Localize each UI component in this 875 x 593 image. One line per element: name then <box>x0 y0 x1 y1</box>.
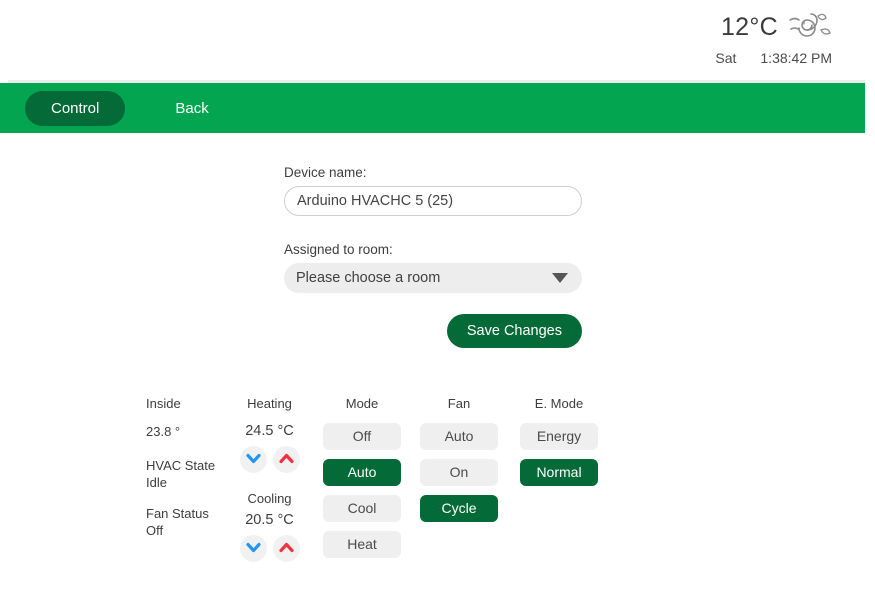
fan-status-label: Fan Status <box>146 506 209 521</box>
cooling-decrease-button[interactable] <box>239 535 267 562</box>
clock-row: Sat 1:38:42 PM <box>715 50 832 66</box>
hvac-state-value: Idle <box>146 475 167 490</box>
hvac-state-block: HVAC State Idle <box>146 457 224 491</box>
chevron-down-icon <box>245 541 261 556</box>
fan-column: Fan Auto On Cycle <box>409 396 509 531</box>
day-label: Sat <box>715 50 737 66</box>
cooling-setpoint-value: 20.5 °C <box>245 512 294 528</box>
wind-breeze-icon <box>788 10 832 45</box>
energy-mode-header: E. Mode <box>534 396 584 411</box>
assigned-room-label: Assigned to room: <box>284 242 393 257</box>
heating-setpoint-value: 24.5 °C <box>245 423 294 439</box>
mode-option-auto[interactable]: Auto <box>323 459 401 486</box>
cooling-label: Cooling <box>247 491 292 506</box>
save-changes-button[interactable]: Save Changes <box>446 314 582 348</box>
heating-decrease-button[interactable] <box>239 446 267 473</box>
device-settings-form: Device name: Assigned to room: Please ch… <box>0 133 875 348</box>
chevron-up-icon <box>278 452 294 467</box>
mode-option-heat[interactable]: Heat <box>323 531 401 558</box>
mode-header: Mode <box>345 396 379 411</box>
device-name-label: Device name: <box>284 165 367 180</box>
chevron-down-icon <box>552 273 568 283</box>
inside-temperature-value: 23.8 ° <box>146 424 181 439</box>
inside-header: Inside <box>146 396 181 411</box>
cooling-increase-button[interactable] <box>272 535 300 562</box>
chevron-down-icon <box>245 452 261 467</box>
heating-header: Heating <box>247 396 292 411</box>
save-row: Save Changes <box>284 314 582 348</box>
hvac-control-panel: Inside 23.8 ° HVAC State Idle Fan Status… <box>0 396 875 580</box>
status-bar: 12°C Sat 1:38:42 PM <box>0 0 875 80</box>
mode-option-off[interactable]: Off <box>323 423 401 450</box>
cooling-stepper <box>224 535 315 562</box>
time-label: 1:38:42 PM <box>760 50 832 66</box>
status-column: Inside 23.8 ° HVAC State Idle Fan Status… <box>146 396 224 553</box>
fan-header: Fan <box>447 396 471 411</box>
chevron-up-icon <box>278 541 294 556</box>
weather-widget: 12°C Sat 1:38:42 PM <box>715 10 832 66</box>
nav-back-link[interactable]: Back <box>171 91 212 126</box>
weather-temp-row: 12°C <box>715 10 832 45</box>
device-name-input[interactable] <box>284 186 582 216</box>
heating-increase-button[interactable] <box>272 446 300 473</box>
fan-status-value: Off <box>146 523 164 538</box>
room-select[interactable]: Please choose a room <box>284 263 582 293</box>
emode-option-normal[interactable]: Normal <box>520 459 598 486</box>
outside-temperature: 12°C <box>720 13 778 41</box>
fan-option-auto[interactable]: Auto <box>420 423 498 450</box>
emode-option-energy[interactable]: Energy <box>520 423 598 450</box>
fan-option-on[interactable]: On <box>420 459 498 486</box>
fan-option-cycle[interactable]: Cycle <box>420 495 498 522</box>
mode-column: Mode Off Auto Cool Heat <box>315 396 409 567</box>
mode-option-cool[interactable]: Cool <box>323 495 401 522</box>
energy-mode-column: E. Mode Energy Normal <box>509 396 609 495</box>
hvac-state-label: HVAC State <box>146 458 216 473</box>
room-select-value: Please choose a room <box>296 270 441 286</box>
tab-control[interactable]: Control <box>25 90 126 126</box>
heating-stepper <box>224 446 315 473</box>
main-navbar: Control Back <box>0 83 865 133</box>
setpoint-column: Heating 24.5 °C Cooling 20.5 °C <box>224 396 315 580</box>
fan-status-block: Fan Status Off <box>146 505 224 539</box>
